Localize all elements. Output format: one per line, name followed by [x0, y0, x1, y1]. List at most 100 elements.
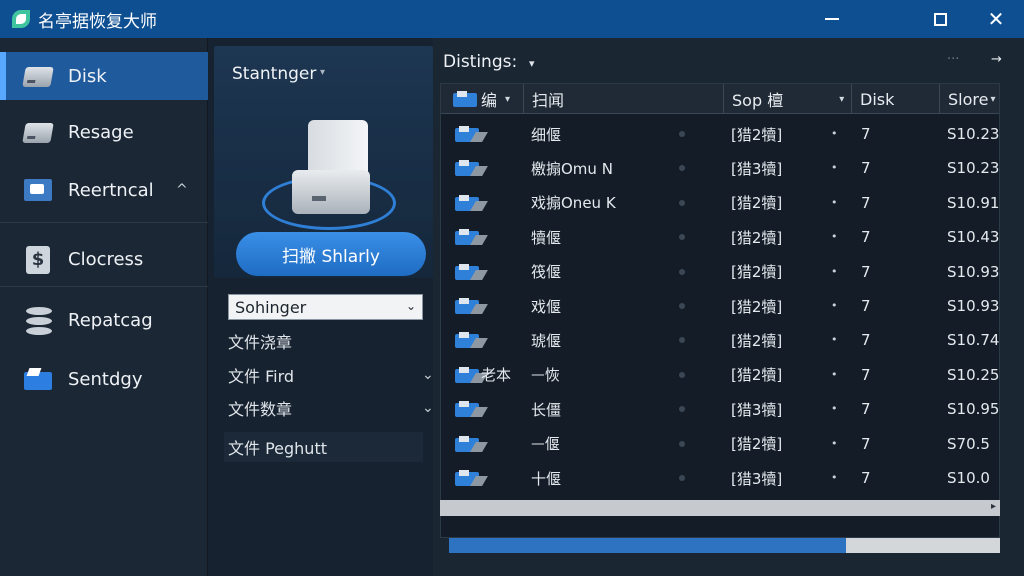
row-mark: •: [831, 161, 838, 175]
row-file: 戏搧Oneu K: [531, 194, 616, 213]
sidebar-item-reertncal[interactable]: Reertncal ^: [0, 166, 208, 214]
row-type: [猎2犢]: [731, 366, 783, 385]
row-disk: 7: [861, 228, 871, 247]
row-type: [猎2犢]: [731, 125, 783, 144]
column-header[interactable]: Slore ▾: [939, 84, 999, 114]
row-file: 十偃: [531, 469, 562, 488]
status-dot: [679, 199, 685, 206]
status-dot: [679, 131, 685, 137]
status-dot: [679, 337, 685, 344]
table-row[interactable]: 戏偃 [猎2犢] • 7 S10.93: [441, 289, 999, 323]
maximize-button[interactable]: [916, 0, 964, 38]
folder-icon: [455, 160, 488, 177]
row-file: 戏偃: [531, 297, 562, 316]
results-panel: Distings: ▾ ··· → 编 ▾ 扫闻 Sop 檀 ▾ Disk Slor…: [433, 38, 1024, 576]
table-row[interactable]: 长僵 [猎3犢] • 7 S10.95: [441, 392, 999, 426]
scan-button[interactable]: 扫撇 Shlarly: [236, 232, 426, 276]
sidebar-item-clocress[interactable]: $ Clocress: [0, 235, 208, 283]
column-header[interactable]: Disk: [851, 84, 939, 114]
folder-icon: [455, 229, 488, 246]
row-type: [猎2犢]: [731, 228, 783, 247]
results-heading: Distings:: [443, 52, 518, 72]
row-file: 琥偃: [531, 331, 562, 350]
column-header[interactable]: 编 ▾: [441, 84, 523, 114]
arrow-right-icon[interactable]: →: [991, 52, 1002, 67]
table-row[interactable]: 筏偃 [猎2犢] • 7 S10.93: [441, 255, 1000, 289]
row-size: S10.93: [947, 262, 1000, 281]
folder-icon: [455, 126, 488, 142]
row-disk: 7: [861, 365, 871, 384]
row-type: [猎3犢]: [731, 400, 783, 419]
table-row[interactable]: 细偃 [猎2犢] • 7 S10.23: [441, 117, 999, 151]
row-type: [猎2犢]: [731, 297, 783, 316]
sidebar-item-resage[interactable]: Resage: [0, 108, 208, 156]
row-size: S10.74: [947, 331, 1000, 350]
row-mark: •: [831, 333, 838, 347]
progress-fill: [449, 538, 846, 553]
sidebar: Disk Resage Reertncal ^ $ Clocress Repat…: [0, 38, 208, 576]
table-row[interactable]: 琥偃 [猎2犢] • 7 S10.74: [441, 323, 1000, 357]
row-type: [猎3犢]: [731, 469, 783, 488]
scan-progress-bar: [449, 538, 1000, 553]
row-type: [猎2犢]: [731, 194, 783, 213]
scroll-right-icon[interactable]: ▸: [991, 501, 996, 512]
close-button[interactable]: ✕: [972, 0, 1020, 38]
option-item[interactable]: 文件 Fird ⌄: [228, 360, 434, 390]
row-mark: •: [831, 195, 838, 209]
filter-select[interactable]: Sohinger ⌄: [228, 294, 423, 320]
option-label: 文件 Peghutt: [228, 439, 327, 458]
folder-icon: [455, 194, 488, 211]
monitor-icon: [22, 175, 54, 205]
sidebar-item-disk[interactable]: Disk: [0, 52, 208, 100]
folder-icon: [22, 364, 54, 394]
option-label: 文件数章: [228, 400, 293, 419]
table-row[interactable]: 老本 ᅳ恢 [猎2犢] • 7 S10.25: [441, 358, 999, 392]
row-type: [猎2犢]: [731, 331, 783, 350]
app-logo-icon: [10, 8, 32, 30]
option-item[interactable]: 文件数章 ⌄: [228, 393, 434, 423]
minimize-icon: [825, 18, 839, 20]
chevron-down-icon[interactable]: ▾: [320, 67, 325, 78]
column-header[interactable]: Sop 檀 ▾: [723, 84, 851, 114]
chevron-down-icon: ⌄: [405, 299, 416, 313]
table-header: 编 ▾ 扫闻 Sop 檀 ▾ Disk Slore ▾: [441, 84, 999, 114]
column-header[interactable]: 扫闻: [523, 84, 723, 114]
row-mark: •: [831, 471, 838, 484]
table-row[interactable]: 十偃 [猎3犢] • 7 S10.0: [441, 461, 999, 495]
row-type: [猎2犢]: [731, 263, 783, 282]
row-file: 细偃: [531, 125, 562, 144]
row-disk: 7: [861, 262, 871, 281]
sidebar-divider: [0, 286, 208, 287]
folder-icon: [455, 263, 488, 280]
option-label: 文件 Fird: [228, 367, 295, 386]
option-item-selected[interactable]: 文件 Peghutt: [224, 432, 423, 462]
sidebar-divider: [0, 222, 208, 223]
table-row[interactable]: 犢偃 [猎2犢] • 7 S10.43: [441, 220, 1000, 254]
horizontal-scrollbar[interactable]: ▸: [440, 500, 1000, 516]
table-row[interactable]: 檄搧Omu N [猎3犢] • 7 S10.23: [441, 151, 999, 185]
row-type: [猎3犢]: [731, 159, 783, 178]
status-dot: [679, 303, 685, 309]
status-dot: [679, 475, 685, 481]
filter-select-value: Sohinger: [235, 297, 307, 317]
minimize-button[interactable]: [808, 0, 856, 38]
chevron-down-icon[interactable]: ▾: [529, 57, 535, 70]
more-icon[interactable]: ···: [947, 52, 959, 67]
row-file: 犢偃: [531, 228, 562, 247]
table-row[interactable]: 戏搧Oneu K [猎2犢] • 7 S10.91: [441, 186, 999, 220]
sidebar-item-label: Clocress: [68, 248, 144, 270]
row-file: ᅳ偃: [531, 435, 560, 454]
row-size: S10.43: [947, 228, 1000, 247]
row-mark: •: [831, 127, 838, 140]
chevron-down-icon: ⌄: [422, 367, 434, 383]
dollar-icon: $: [22, 244, 54, 274]
sort-icon: ▾: [505, 93, 511, 105]
table-row[interactable]: ᅳ偃 [猎2犢] • 7 S70.5: [441, 427, 999, 461]
option-item[interactable]: 文件浇章: [228, 326, 428, 356]
row-disk: 7: [861, 400, 871, 419]
window-title: 名亭据恢复大师: [38, 11, 157, 32]
row-disk: 7: [861, 434, 871, 453]
sidebar-item-sentdgy[interactable]: Sentdgy: [0, 355, 208, 403]
folder-icon: [453, 91, 477, 107]
sidebar-item-repatcag[interactable]: Repatcag: [0, 296, 208, 344]
